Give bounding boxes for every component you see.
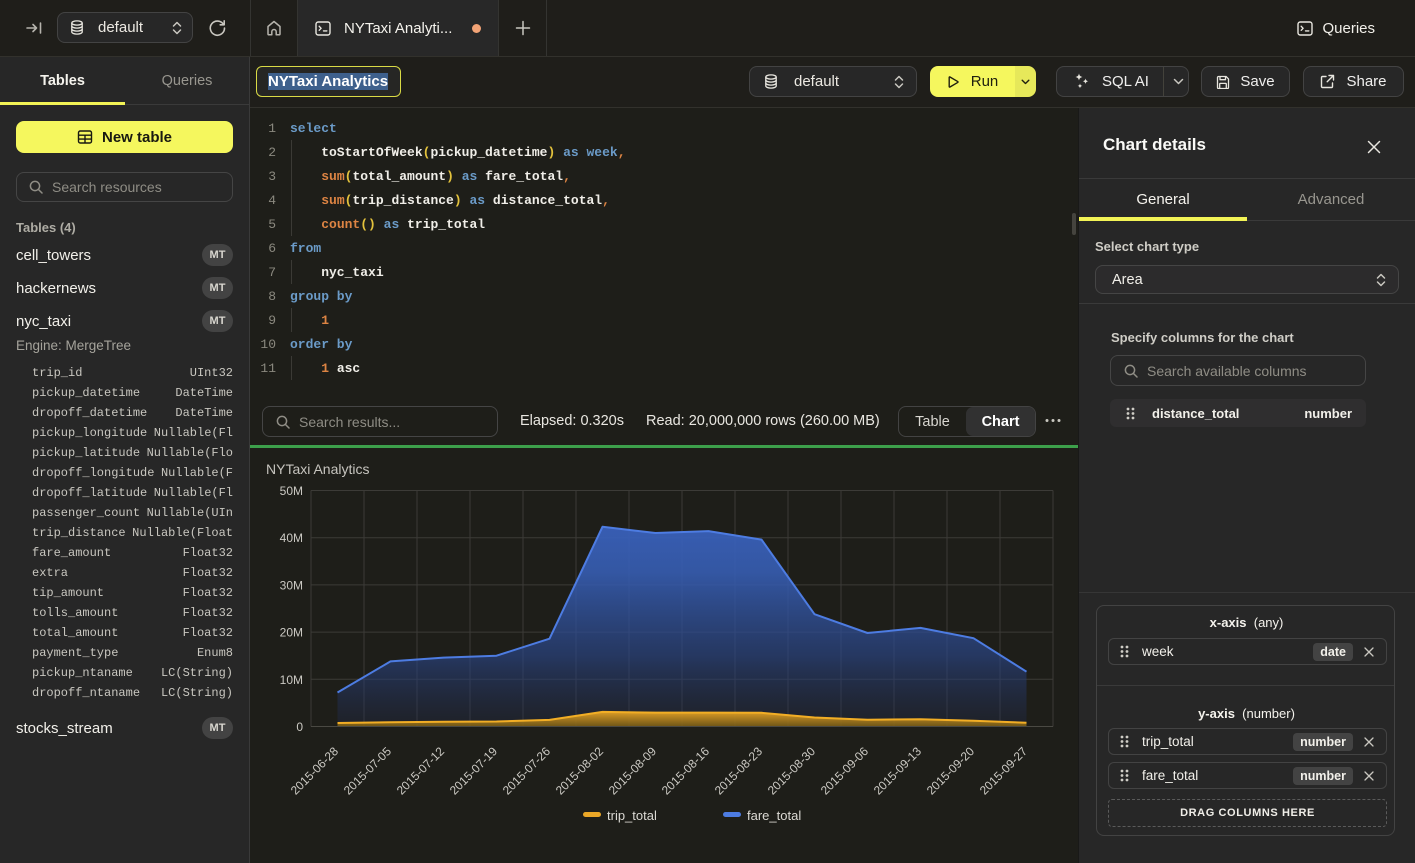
svg-text:NYTaxi Analytics: NYTaxi Analytics [266,461,369,477]
svg-text:20M: 20M [280,626,303,640]
svg-text:10M: 10M [280,673,303,687]
svg-text:2015-07-05: 2015-07-05 [341,744,395,798]
svg-text:2015-08-09: 2015-08-09 [606,744,660,798]
svg-text:2015-09-06: 2015-09-06 [818,744,872,798]
svg-text:2015-07-12: 2015-07-12 [394,744,448,798]
svg-text:2015-09-13: 2015-09-13 [871,744,925,798]
svg-text:40M: 40M [280,531,303,545]
svg-text:0: 0 [296,720,303,734]
svg-text:2015-07-26: 2015-07-26 [500,744,554,798]
svg-text:50M: 50M [280,484,303,498]
svg-text:2015-08-02: 2015-08-02 [553,744,607,798]
svg-text:2015-08-30: 2015-08-30 [765,744,819,798]
svg-text:2015-09-20: 2015-09-20 [924,744,978,798]
svg-text:2015-06-28: 2015-06-28 [288,744,342,798]
svg-text:2015-07-19: 2015-07-19 [447,744,501,798]
svg-text:2015-08-23: 2015-08-23 [712,744,766,798]
svg-text:fare_total: fare_total [747,808,801,823]
svg-text:30M: 30M [280,578,303,592]
svg-text:2015-09-27: 2015-09-27 [977,744,1031,798]
svg-text:2015-08-16: 2015-08-16 [659,744,713,798]
svg-text:trip_total: trip_total [607,808,657,823]
